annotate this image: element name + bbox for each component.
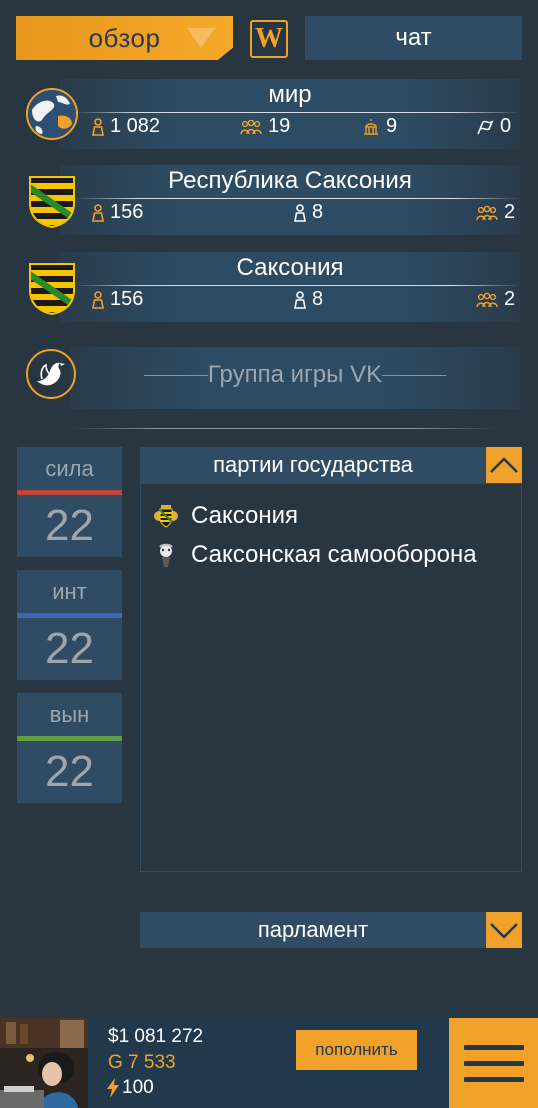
gold-balance: G 7 533: [108, 1052, 176, 1073]
tab-overview[interactable]: обзор: [16, 16, 233, 60]
people-group-icon: [240, 119, 262, 135]
chevron-up-icon: [490, 457, 518, 473]
stat-parties: 2: [476, 288, 515, 311]
energy-indicator: 100: [106, 1077, 154, 1099]
attribute-value: 22: [17, 741, 122, 803]
top-bar: обзор W чат: [16, 16, 522, 60]
parties-list: Саксония Саксонская самооборона: [140, 483, 522, 872]
divider: [74, 112, 520, 113]
stat-value: 2: [504, 288, 516, 310]
stat-population: 156: [92, 288, 143, 311]
person-icon: [92, 290, 104, 309]
stat-value: 156: [110, 201, 144, 223]
stat-states: 9: [362, 115, 397, 138]
wiki-icon: W: [255, 23, 283, 54]
party-avatar-icon: [153, 543, 179, 569]
topup-button[interactable]: пополнить: [296, 1030, 417, 1070]
stat-population: 1 082: [92, 115, 160, 138]
party-item[interactable]: Саксония: [153, 502, 491, 530]
stat-residents: 8: [294, 288, 323, 311]
party-name: Саксонская самооборона: [191, 541, 477, 568]
coat-of-arms-icon: [153, 504, 179, 530]
tab-chat-label: чат: [395, 24, 432, 51]
stat-value: 2: [504, 201, 516, 223]
region-row-saxony[interactable]: Саксония 156 8 2: [0, 252, 538, 322]
stat-parties: 19: [240, 115, 290, 138]
stat-value: 0: [500, 115, 512, 137]
party-item[interactable]: Саксонская самооборона: [153, 541, 491, 569]
energy-value: 100: [122, 1077, 154, 1098]
region-row-world[interactable]: мир 1 082 19 9 0: [0, 79, 538, 149]
capitol-icon: [362, 118, 380, 136]
menu-button[interactable]: [449, 1018, 538, 1108]
attribute-label: вын: [17, 693, 122, 736]
parliament-title: парламент: [257, 917, 369, 942]
vk-group-link[interactable]: Группа игры VK: [0, 347, 538, 409]
attribute-label: сила: [17, 447, 122, 490]
stat-residents: 8: [294, 201, 323, 224]
stat-value: 1 082: [110, 115, 161, 137]
person-icon: [92, 203, 104, 222]
stat-value: 19: [268, 115, 291, 137]
person-outline-icon: [294, 290, 306, 309]
region-row-republic[interactable]: Республика Саксония 156 8 2: [0, 165, 538, 235]
person-icon: [92, 117, 104, 136]
divider: [72, 428, 498, 429]
money-balance: $1 081 272: [108, 1026, 204, 1047]
people-group-icon: [476, 292, 498, 308]
stat-population: 156: [92, 201, 143, 224]
attribute-value: 22: [17, 618, 122, 680]
stat-value: 156: [110, 288, 144, 310]
lightning-icon: [107, 1078, 119, 1098]
stat-value: 8: [312, 288, 324, 310]
attribute-label: инт: [17, 570, 122, 613]
parties-panel-title: партии государства: [213, 452, 413, 477]
collapse-button[interactable]: [486, 447, 522, 483]
attribute-intellect[interactable]: инт 22: [17, 570, 122, 680]
attribute-strength[interactable]: сила 22: [17, 447, 122, 557]
dropdown-triangle-icon: [187, 28, 215, 48]
expand-button[interactable]: [486, 912, 522, 948]
divider: [74, 285, 520, 286]
stat-parties: 2: [476, 201, 515, 224]
wiki-button[interactable]: W: [250, 20, 288, 58]
stat-wars: 0: [476, 115, 511, 138]
parliament-panel-header[interactable]: парламент: [140, 912, 522, 948]
person-outline-icon: [294, 203, 306, 222]
vk-group-label: Группа игры VK: [70, 361, 520, 389]
party-name: Саксония: [191, 502, 298, 529]
vk-group-text: Группа игры VK: [207, 361, 383, 388]
region-title: Саксония: [236, 254, 344, 281]
chevron-down-icon: [490, 923, 518, 939]
tab-chat[interactable]: чат: [305, 16, 522, 60]
tab-overview-label: обзор: [88, 22, 161, 53]
attribute-endurance[interactable]: вын 22: [17, 693, 122, 803]
region-title: Республика Саксония: [168, 167, 412, 194]
stat-value: 8: [312, 201, 324, 223]
bottom-bar: $1 081 272 G 7 533 100 пополнить: [0, 1018, 538, 1108]
flag-icon: [476, 119, 494, 135]
people-group-icon: [476, 205, 498, 221]
dove-icon: [26, 349, 76, 399]
avatar[interactable]: [0, 1018, 88, 1108]
stat-value: 9: [386, 115, 398, 137]
divider: [74, 198, 520, 199]
parties-panel-header[interactable]: партии государства: [140, 447, 522, 483]
hamburger-icon: [463, 1044, 524, 1050]
region-title: мир: [268, 81, 312, 108]
attribute-value: 22: [17, 495, 122, 557]
